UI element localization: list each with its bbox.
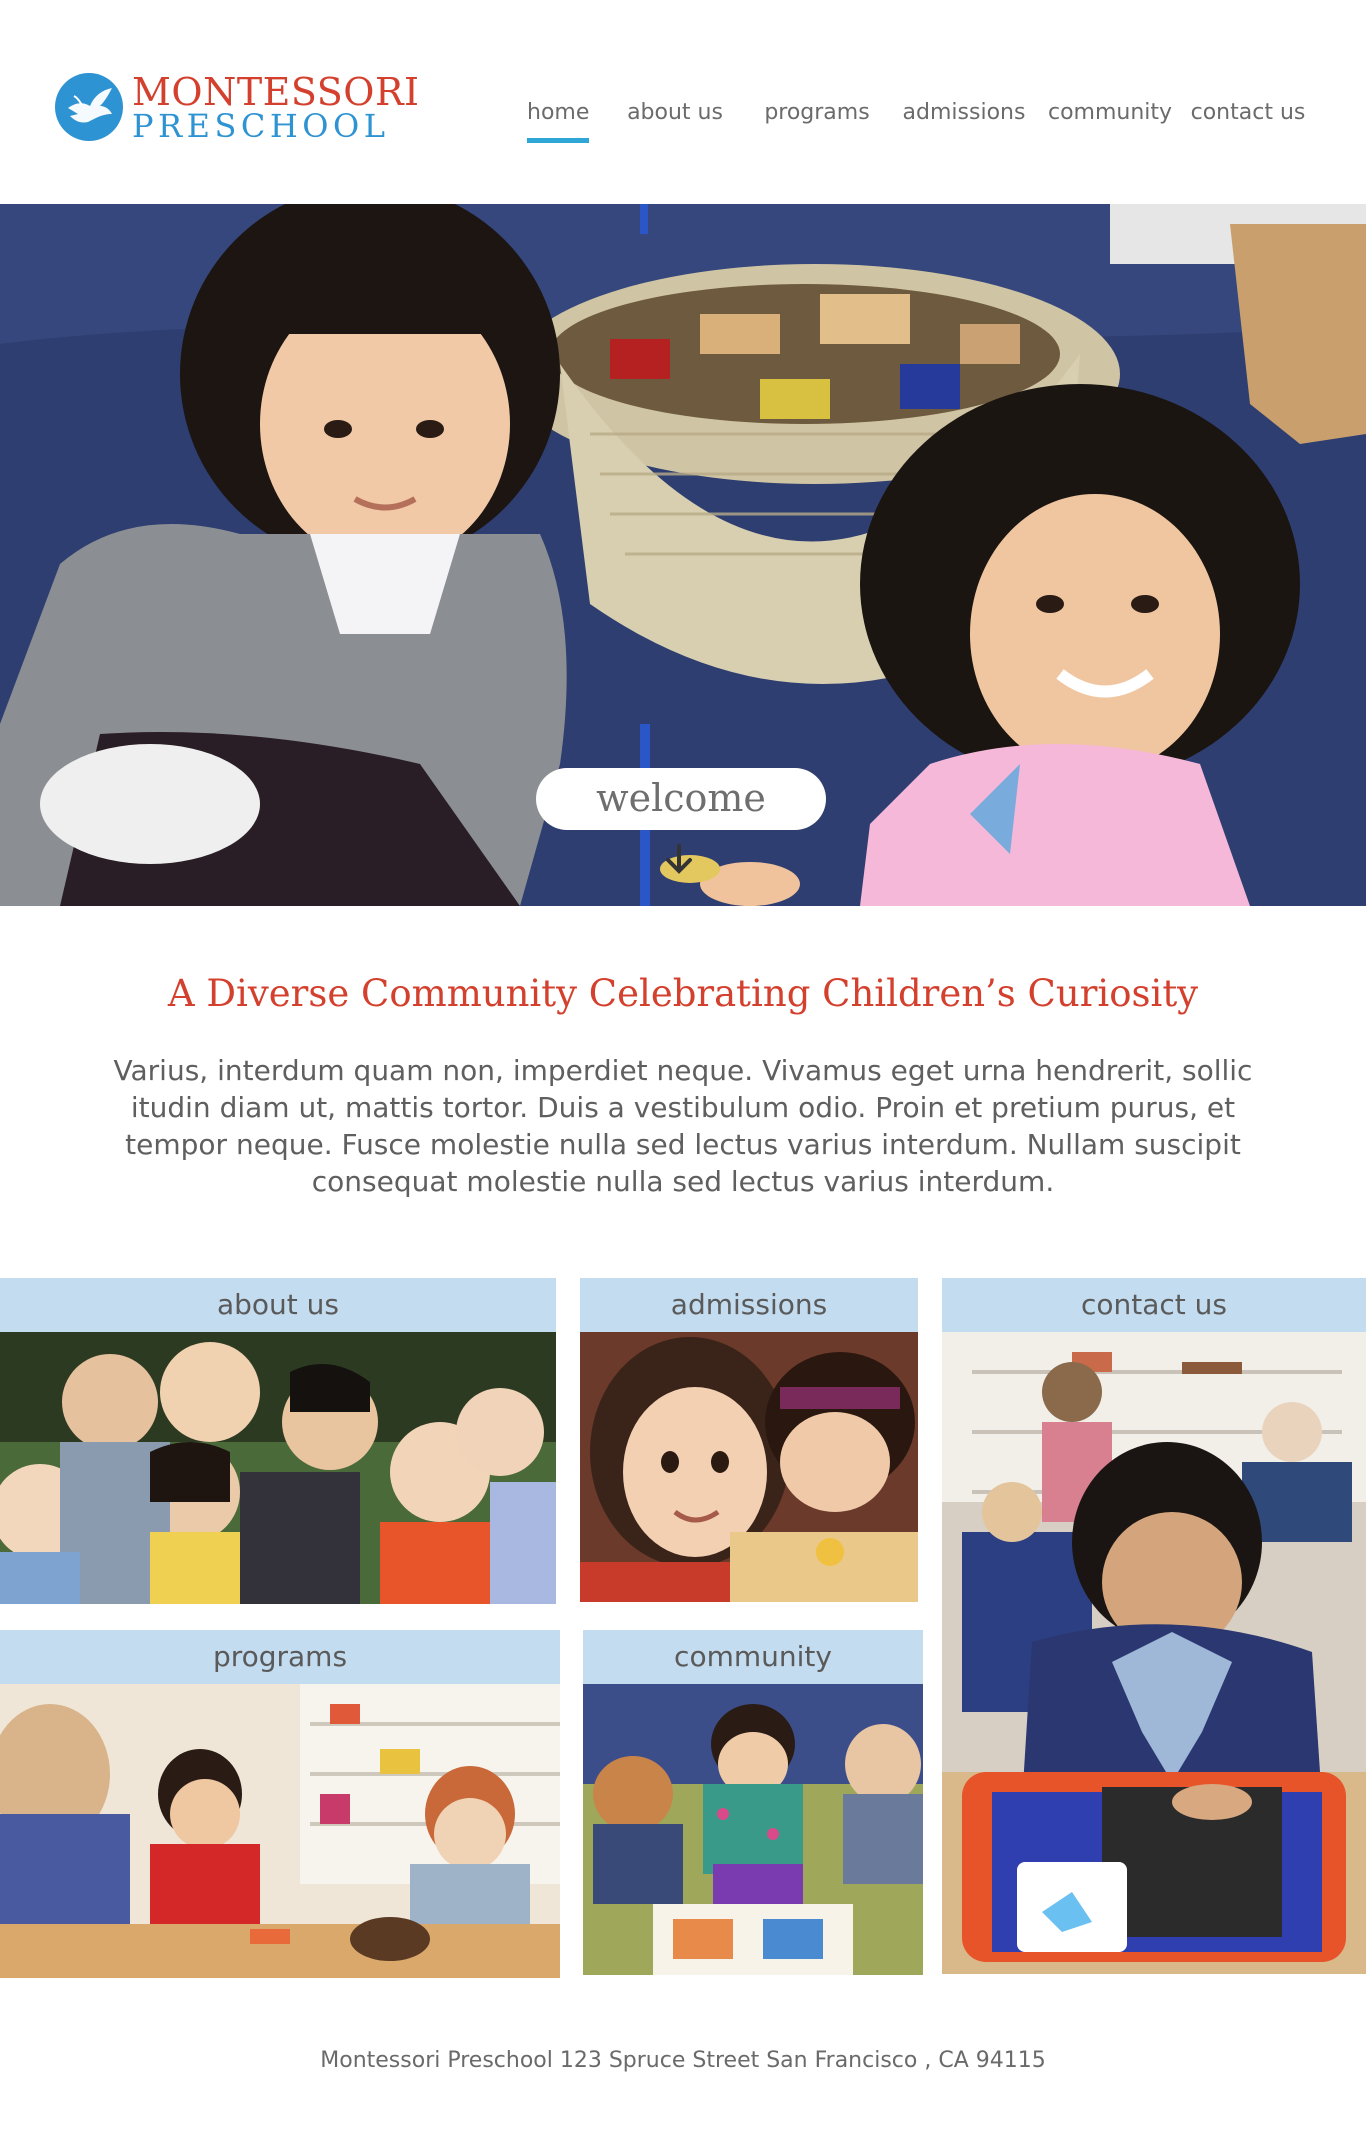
arrow-down-icon[interactable] xyxy=(662,842,696,876)
welcome-button[interactable]: welcome xyxy=(536,768,826,830)
main-nav: home about us programs admissions commun… xyxy=(0,100,1366,150)
intro-heading: A Diverse Community Celebrating Children… xyxy=(167,972,1199,1015)
hero-banner: welcome xyxy=(0,204,1366,906)
footer-address: Montessori Preschool 123 Spruce Street S… xyxy=(320,2048,1046,2073)
tile-contact-us[interactable]: contact us xyxy=(942,1278,1366,1974)
contact-us-photo xyxy=(942,1332,1366,1974)
tile-admissions-label: admissions xyxy=(580,1278,918,1332)
tile-community-label: community xyxy=(583,1630,923,1684)
nav-admissions[interactable]: admissions xyxy=(898,100,1030,125)
nav-about-us[interactable]: about us xyxy=(625,100,725,125)
tile-about-us-label: about us xyxy=(0,1278,556,1332)
admissions-photo xyxy=(580,1332,918,1602)
programs-photo xyxy=(0,1684,560,1978)
nav-home[interactable]: home xyxy=(527,100,589,143)
nav-contact-us[interactable]: contact us xyxy=(1186,100,1310,125)
nav-community[interactable]: community xyxy=(1048,100,1172,125)
intro-paragraph: Varius, interdum quam non, imperdiet neq… xyxy=(113,1054,1253,1198)
tile-community[interactable]: community xyxy=(583,1630,923,1975)
tile-programs[interactable]: programs xyxy=(0,1630,560,1978)
tile-admissions[interactable]: admissions xyxy=(580,1278,918,1602)
tile-contact-us-label: contact us xyxy=(942,1278,1366,1332)
about-us-photo xyxy=(0,1332,556,1604)
tile-about-us[interactable]: about us xyxy=(0,1278,556,1604)
community-photo xyxy=(583,1684,923,1975)
nav-programs[interactable]: programs xyxy=(757,100,877,125)
tile-programs-label: programs xyxy=(0,1630,560,1684)
